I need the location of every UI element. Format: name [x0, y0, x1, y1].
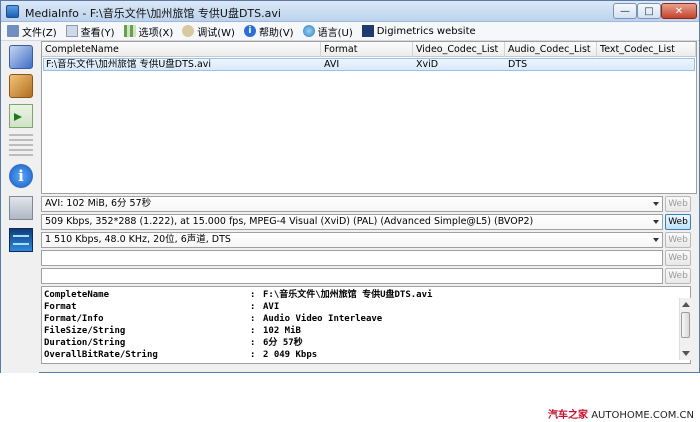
- detail-value: Audio Video Interleave: [263, 314, 383, 324]
- web-button-audio[interactable]: Web: [665, 232, 691, 248]
- sheet-view-icon[interactable]: [9, 74, 33, 98]
- cell-video-codec: XviD: [416, 59, 439, 70]
- stream-chapters-field[interactable]: [41, 268, 663, 284]
- menu-options-label: 选项(X): [138, 27, 174, 39]
- details-scrollbar[interactable]: [679, 298, 691, 360]
- export-icon[interactable]: [9, 104, 33, 128]
- details-panel[interactable]: CompleteName: F:\音乐文件\加州旅馆 专供U盘DTS.avi Fo…: [41, 286, 691, 364]
- help-icon: i: [243, 25, 256, 37]
- detail-value: 2 049 Kbps: [263, 350, 318, 360]
- stream-audio-dropdown[interactable]: 1 510 Kbps, 48.0 KHz, 20位, 6声道, DTS: [41, 232, 663, 248]
- cell-completename: F:\音乐文件\加州旅馆 专供U盘DTS.avi: [46, 59, 212, 70]
- web-button-chapters[interactable]: Web: [665, 268, 691, 284]
- column-header-completename[interactable]: CompleteName: [42, 42, 321, 57]
- export-arrow-icon: [14, 113, 22, 121]
- detail-value: F:\音乐文件\加州旅馆 专供U盘DTS.avi: [263, 290, 433, 300]
- menu-view-label: 查看(Y): [80, 27, 115, 39]
- menu-debug-label: 调试(W): [197, 27, 235, 39]
- easy-view-icon[interactable]: [9, 45, 33, 69]
- menu-debug[interactable]: 调试(W): [182, 24, 235, 39]
- detail-key: OverallBitRate/String: [44, 350, 158, 360]
- menu-file-label: 文件(Z): [22, 27, 57, 39]
- watermark-brand: 汽车之家: [548, 410, 588, 421]
- detail-value: AVI: [263, 302, 280, 312]
- detail-value: 102 MiB: [263, 326, 301, 336]
- stream-general-dropdown[interactable]: AVI: 102 MiB, 6分 57秒: [41, 196, 663, 212]
- menu-view[interactable]: 查看(Y): [65, 24, 115, 39]
- wave-icon: [13, 235, 29, 245]
- detail-key: CompleteName: [44, 290, 110, 300]
- minimize-button[interactable]: —: [613, 3, 637, 19]
- window-title: MediaInfo - F:\音乐文件\加州旅馆 专供U盘DTS.avi: [25, 7, 281, 20]
- web-button-video[interactable]: Web: [665, 214, 691, 230]
- stream-video-dropdown[interactable]: 509 Kbps, 352*288 (1.222), at 15.000 fps…: [41, 214, 663, 230]
- column-header-video-codec[interactable]: Video_Codec_List: [413, 42, 505, 57]
- scroll-up-icon[interactable]: [682, 302, 690, 307]
- menu-language-label: 语言(U): [317, 27, 353, 39]
- file-list[interactable]: CompleteName Format Video_Codec_List Aud…: [41, 41, 697, 194]
- menu-options[interactable]: 选项(X): [123, 24, 174, 39]
- menu-bar: 文件(Z) 查看(Y) 选项(X) 调试(W) i 帮助(V) 语言(U) Dig…: [1, 22, 699, 41]
- mediainfo-window: MediaInfo - F:\音乐文件\加州旅馆 专供U盘DTS.avi — □…: [0, 0, 700, 373]
- digimetrics-icon: [361, 25, 374, 37]
- column-header-format[interactable]: Format: [321, 42, 413, 57]
- html-view-icon[interactable]: [9, 196, 33, 220]
- digimetrics-wave-icon[interactable]: [9, 228, 33, 252]
- menu-help[interactable]: i 帮助(V): [243, 24, 294, 39]
- detail-separator: :: [250, 338, 256, 348]
- chevron-down-icon: [653, 220, 659, 224]
- detail-separator: :: [250, 326, 256, 336]
- table-row[interactable]: F:\音乐文件\加州旅馆 专供U盘DTS.avi AVI XviD DTS: [43, 58, 695, 71]
- detail-value: 6分 57秒: [263, 338, 303, 348]
- scroll-down-icon[interactable]: [682, 351, 690, 356]
- stream-text-field[interactable]: [41, 250, 663, 266]
- view-sidebar: i: [1, 41, 39, 373]
- scroll-thumb[interactable]: [681, 312, 690, 338]
- options-icon: [123, 25, 136, 37]
- detail-separator: :: [250, 302, 256, 312]
- app-icon: [6, 5, 19, 18]
- cell-format: AVI: [324, 59, 340, 70]
- watermark-site: AUTOHOME.COM.CN: [591, 410, 694, 421]
- detail-key: Duration/String: [44, 338, 126, 348]
- chevron-down-icon: [653, 238, 659, 242]
- cell-text-codec: [598, 59, 694, 70]
- detail-key: Format: [44, 302, 77, 312]
- title-bar[interactable]: MediaInfo - F:\音乐文件\加州旅馆 专供U盘DTS.avi — □…: [1, 1, 699, 22]
- column-header-text-codec[interactable]: Text_Codec_List: [597, 42, 696, 57]
- menu-language[interactable]: 语言(U): [302, 24, 353, 39]
- detail-key: Format/Info: [44, 314, 104, 324]
- watermark: 汽车之家 AUTOHOME.COM.CN: [548, 406, 694, 421]
- language-icon: [302, 25, 315, 37]
- close-button[interactable]: ✕: [661, 3, 697, 19]
- detail-separator: :: [250, 314, 256, 324]
- menu-digimetrics-label: Digimetrics website: [376, 25, 476, 37]
- list-header: CompleteName Format Video_Codec_List Aud…: [42, 42, 696, 57]
- web-button-text[interactable]: Web: [665, 250, 691, 266]
- tree-view-icon[interactable]: [9, 134, 33, 158]
- detail-separator: :: [250, 290, 256, 300]
- chevron-down-icon: [653, 202, 659, 206]
- debug-icon: [182, 25, 195, 37]
- file-icon: [7, 25, 19, 37]
- info-icon[interactable]: i: [9, 164, 33, 188]
- stream-audio-text: 1 510 Kbps, 48.0 KHz, 20位, 6声道, DTS: [45, 234, 231, 245]
- detail-separator: :: [250, 350, 256, 360]
- view-icon: [65, 25, 78, 37]
- cell-audio-codec: DTS: [508, 59, 528, 70]
- menu-digimetrics-website[interactable]: Digimetrics website: [361, 25, 476, 37]
- stream-video-text: 509 Kbps, 352*288 (1.222), at 15.000 fps…: [45, 216, 534, 227]
- detail-key: FileSize/String: [44, 326, 126, 336]
- menu-file[interactable]: 文件(Z): [7, 24, 57, 39]
- column-header-audio-codec[interactable]: Audio_Codec_List: [505, 42, 597, 57]
- menu-help-label: 帮助(V): [258, 27, 294, 39]
- web-button-general[interactable]: Web: [665, 196, 691, 212]
- maximize-button[interactable]: □: [637, 3, 661, 19]
- stream-general-text: AVI: 102 MiB, 6分 57秒: [45, 198, 152, 209]
